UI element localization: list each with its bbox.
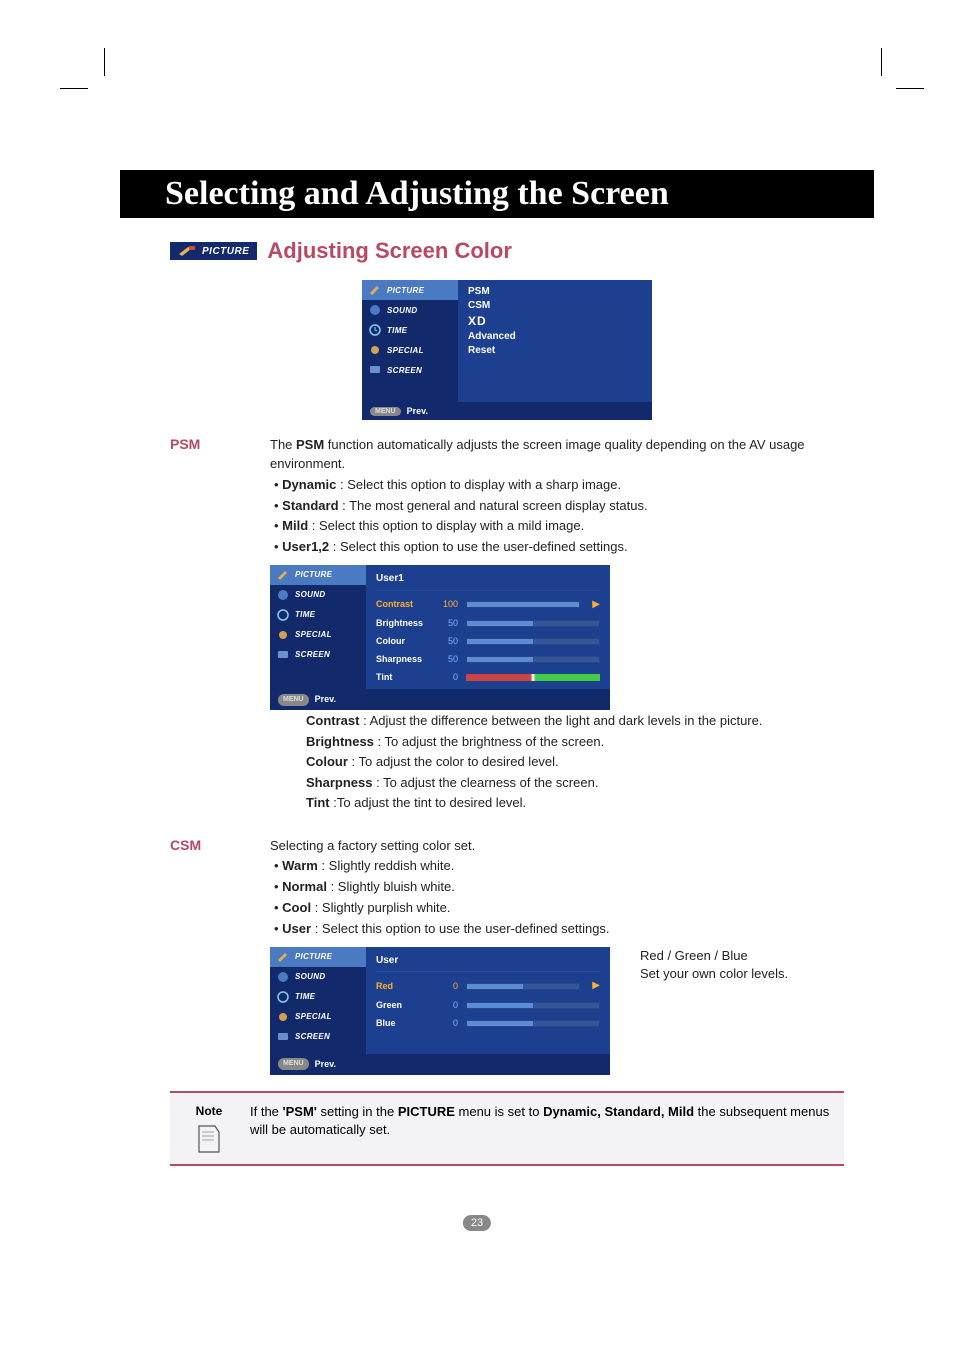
osd-footer: MENU Prev. bbox=[362, 402, 652, 420]
section-title: Adjusting Screen Color bbox=[267, 238, 511, 264]
psm-bullet-mild: • Mild : Select this option to display w… bbox=[274, 517, 844, 536]
slider-sharpness[interactable]: Sharpness50 bbox=[376, 652, 600, 667]
osd-heading-user1: User1 bbox=[376, 569, 600, 591]
clock-icon bbox=[276, 608, 290, 622]
chevron-right-icon: ▶ bbox=[592, 979, 600, 994]
psm-bullet-user12: • User1,2 : Select this option to use th… bbox=[274, 538, 844, 557]
rgb-text: Set your own color levels. bbox=[640, 965, 788, 983]
osd-tab-screen[interactable]: SCREEN bbox=[270, 645, 366, 665]
csm-block: CSM Selecting a factory setting color se… bbox=[170, 837, 844, 1075]
osd-panel-user1: PICTURE SOUND TIME SPECIAL SCREEN User1 … bbox=[270, 565, 610, 695]
rgb-title: Red / Green / Blue bbox=[640, 947, 788, 965]
note-box: Note If the 'PSM' setting in the PICTURE… bbox=[170, 1091, 844, 1166]
psm-bullet-standard: • Standard : The most general and natura… bbox=[274, 497, 844, 516]
speaker-icon bbox=[368, 303, 382, 317]
menu-button[interactable]: MENU bbox=[370, 407, 401, 416]
document-icon bbox=[195, 1124, 223, 1154]
psm-bullet-dynamic: • Dynamic : Select this option to displa… bbox=[274, 476, 844, 495]
osd-item-psm[interactable]: PSM bbox=[468, 286, 642, 297]
osd-tab-sound[interactable]: SOUND bbox=[270, 967, 366, 987]
osd-panel-user: PICTURE SOUND TIME SPECIAL SCREEN User R… bbox=[270, 947, 610, 1075]
slider-contrast[interactable]: Contrast100▶ bbox=[376, 597, 600, 614]
slider-colour[interactable]: Colour50 bbox=[376, 634, 600, 649]
note-label: Note bbox=[196, 1103, 223, 1120]
screen-icon bbox=[276, 1030, 290, 1044]
osd-item-advanced[interactable]: Advanced bbox=[468, 331, 642, 342]
osd-tab-special[interactable]: SPECIAL bbox=[270, 625, 366, 645]
gear-icon bbox=[368, 343, 382, 357]
psm-intro: The PSM function automatically adjusts t… bbox=[270, 436, 844, 474]
page-number: 23 bbox=[463, 1215, 491, 1231]
rgb-note: Red / Green / Blue Set your own color le… bbox=[640, 947, 788, 983]
slider-track[interactable] bbox=[466, 638, 600, 645]
picture-tag: PICTURE bbox=[170, 242, 257, 260]
osd-tab-picture[interactable]: PICTURE bbox=[270, 947, 366, 967]
osd-heading-user: User bbox=[376, 951, 600, 973]
osd-tab-sound[interactable]: SOUND bbox=[270, 585, 366, 605]
chevron-right-icon: ▶ bbox=[592, 598, 600, 613]
osd-tab-screen[interactable]: SCREEN bbox=[362, 360, 458, 380]
osd-item-csm[interactable]: CSM bbox=[468, 300, 642, 311]
osd-tab-screen[interactable]: SCREEN bbox=[270, 1027, 366, 1047]
brush-icon bbox=[178, 245, 196, 257]
psm-label: PSM bbox=[170, 436, 240, 827]
page-title: Selecting and Adjusting the Screen bbox=[165, 175, 669, 213]
csm-bullet-warm: • Warm : Slightly reddish white. bbox=[274, 857, 844, 876]
tint-track[interactable] bbox=[466, 674, 600, 681]
osd-item-reset[interactable]: Reset bbox=[468, 345, 642, 356]
slider-track[interactable] bbox=[466, 1002, 600, 1009]
gear-icon bbox=[276, 628, 290, 642]
osd-tab-time[interactable]: TIME bbox=[270, 987, 366, 1007]
osd-tab-picture[interactable]: PICTURE bbox=[270, 565, 366, 585]
picture-tag-label: PICTURE bbox=[202, 246, 249, 257]
slider-track[interactable] bbox=[466, 601, 580, 608]
csm-label: CSM bbox=[170, 837, 240, 1075]
osd-tab-sound[interactable]: SOUND bbox=[362, 300, 458, 320]
osd-tab-picture[interactable]: PICTURE bbox=[362, 280, 458, 300]
slider-green[interactable]: Green0 bbox=[376, 998, 600, 1013]
csm-bullet-cool: • Cool : Slightly purplish white. bbox=[274, 899, 844, 918]
speaker-icon bbox=[276, 970, 290, 984]
osd-item-list: PSM CSM XD Advanced Reset bbox=[458, 280, 652, 402]
section-header: PICTURE Adjusting Screen Color bbox=[170, 238, 844, 264]
brush-icon bbox=[276, 950, 290, 964]
clock-icon bbox=[276, 990, 290, 1004]
slider-track[interactable] bbox=[466, 620, 600, 627]
screen-icon bbox=[276, 648, 290, 662]
slider-blue[interactable]: Blue0 bbox=[376, 1016, 600, 1031]
csm-bullet-normal: • Normal : Slightly bluish white. bbox=[274, 878, 844, 897]
csm-bullet-user: • User : Select this option to use the u… bbox=[274, 920, 844, 939]
slider-descriptions: Contrast : Adjust the difference between… bbox=[306, 711, 844, 813]
brush-icon bbox=[368, 283, 382, 297]
brush-icon bbox=[276, 568, 290, 582]
speaker-icon bbox=[276, 588, 290, 602]
psm-block: PSM The PSM function automatically adjus… bbox=[170, 436, 844, 827]
slider-track[interactable] bbox=[466, 983, 580, 990]
osd-tab-list: PICTURE SOUND TIME SPECIAL SCREEN bbox=[362, 280, 458, 402]
osd-panel-main: PICTURE SOUND TIME SPECIAL SCREEN PSM CS… bbox=[362, 280, 652, 420]
osd-tab-special[interactable]: SPECIAL bbox=[362, 340, 458, 360]
slider-track[interactable] bbox=[466, 656, 600, 663]
osd-footer-prev: Prev. bbox=[407, 406, 428, 416]
menu-button[interactable]: MENU bbox=[278, 694, 309, 706]
slider-red[interactable]: Red0▶ bbox=[376, 978, 600, 995]
menu-button[interactable]: MENU bbox=[278, 1058, 309, 1070]
clock-icon bbox=[368, 323, 382, 337]
osd-tab-time[interactable]: TIME bbox=[362, 320, 458, 340]
slider-track[interactable] bbox=[466, 1020, 600, 1027]
osd-item-xd[interactable]: XD bbox=[468, 314, 642, 328]
slider-tint[interactable]: Tint0 bbox=[376, 670, 600, 685]
gear-icon bbox=[276, 1010, 290, 1024]
osd-tab-time[interactable]: TIME bbox=[270, 605, 366, 625]
slider-brightness[interactable]: Brightness50 bbox=[376, 616, 600, 631]
screen-icon bbox=[368, 363, 382, 377]
csm-intro: Selecting a factory setting color set. bbox=[270, 837, 844, 856]
osd-tab-special[interactable]: SPECIAL bbox=[270, 1007, 366, 1027]
title-bar: Selecting and Adjusting the Screen bbox=[120, 170, 874, 218]
note-text: If the 'PSM' setting in the PICTURE menu… bbox=[250, 1103, 830, 1139]
